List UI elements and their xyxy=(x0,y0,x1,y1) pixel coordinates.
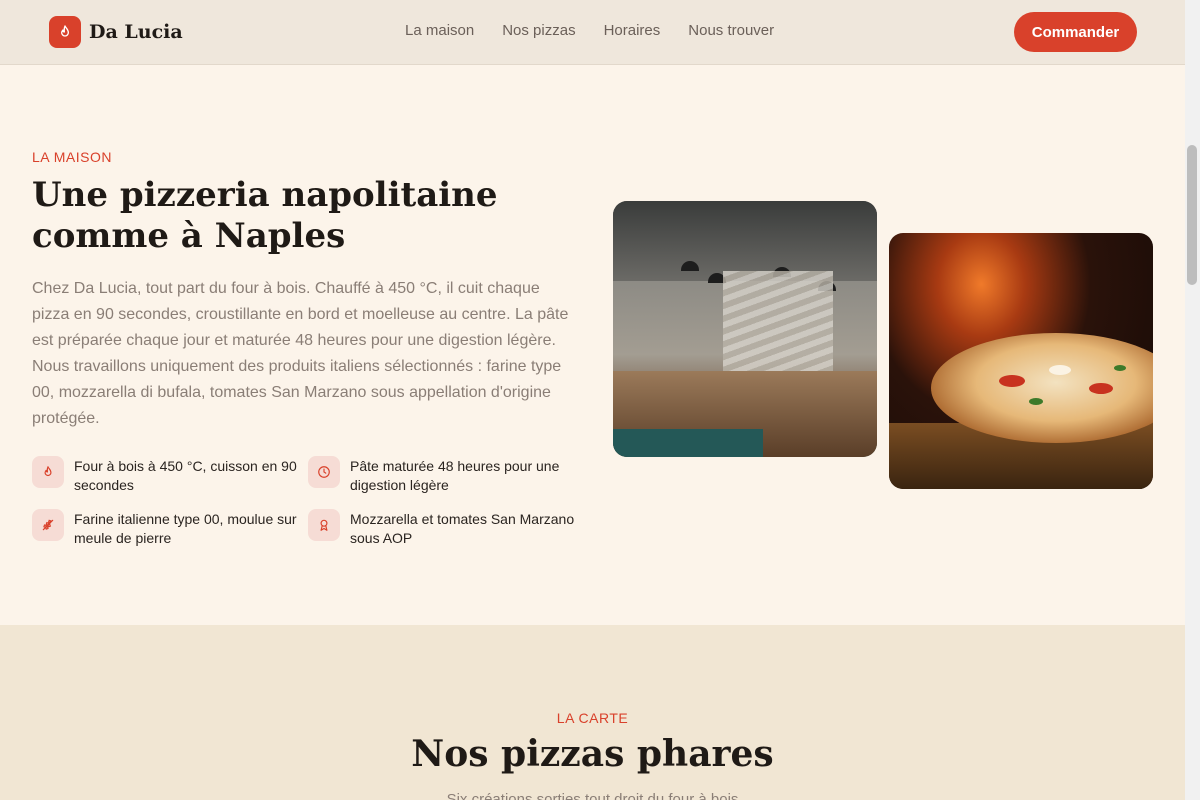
feature-text: Pâte maturée 48 heures pour une digestio… xyxy=(350,458,560,493)
section-eyebrow: LA CARTE xyxy=(556,710,629,726)
flame-icon xyxy=(49,16,81,48)
feature-item: Four à bois à 450 °C, cuisson en 90 seco… xyxy=(32,456,308,495)
nav-link-nous-trouver[interactable]: Nous trouver xyxy=(688,22,774,39)
feature-text: Farine italienne type 00, moulue sur meu… xyxy=(74,511,297,546)
flame-icon xyxy=(32,456,64,488)
feature-text: Mozzarella et tomates San Marzano sous A… xyxy=(350,511,575,546)
main-nav: La maison Nos pizzas Horaires Nous trouv… xyxy=(405,22,774,39)
order-button[interactable]: Commander xyxy=(1014,12,1137,52)
site-header: Da Lucia La maison Nos pizzas Horaires N… xyxy=(0,0,1185,65)
restaurant-interior-photo xyxy=(613,201,877,457)
feature-list: Four à bois à 450 °C, cuisson en 90 seco… xyxy=(32,456,592,548)
nav-link-la-maison[interactable]: La maison xyxy=(405,22,474,39)
brand-logo[interactable]: Da Lucia xyxy=(49,16,183,48)
feature-item: Mozzarella et tomates San Marzano sous A… xyxy=(308,509,584,548)
wheat-icon xyxy=(32,509,64,541)
hero-description: Chez Da Lucia, tout part du four à bois.… xyxy=(32,280,569,427)
scrollbar-thumb[interactable] xyxy=(1187,145,1197,285)
feature-item: Pâte maturée 48 heures pour une digestio… xyxy=(308,456,584,495)
menu-section: LA CARTE Nos pizzas phares Six créations… xyxy=(0,625,1185,800)
brand-name: Da Lucia xyxy=(89,21,183,43)
hero-section: LA MAISON Une pizzeria napolitaine comme… xyxy=(0,65,1185,625)
section-subtitle: Six créations sorties tout droit du four… xyxy=(446,791,739,800)
clock-icon xyxy=(308,456,340,488)
nav-link-horaires[interactable]: Horaires xyxy=(604,22,661,39)
page-scrollbar[interactable] xyxy=(1185,0,1200,800)
page: Da Lucia La maison Nos pizzas Horaires N… xyxy=(0,0,1185,800)
feature-item: Farine italienne type 00, moulue sur meu… xyxy=(32,509,308,548)
nav-link-nos-pizzas[interactable]: Nos pizzas xyxy=(502,22,575,39)
award-icon xyxy=(308,509,340,541)
page-title: Une pizzeria napolitaine comme à Naples xyxy=(32,175,498,256)
section-title: Nos pizzas phares xyxy=(411,733,774,775)
section-eyebrow: LA MAISON xyxy=(32,149,112,165)
feature-text: Four à bois à 450 °C, cuisson en 90 seco… xyxy=(74,458,297,493)
pizza-photo xyxy=(889,233,1153,489)
